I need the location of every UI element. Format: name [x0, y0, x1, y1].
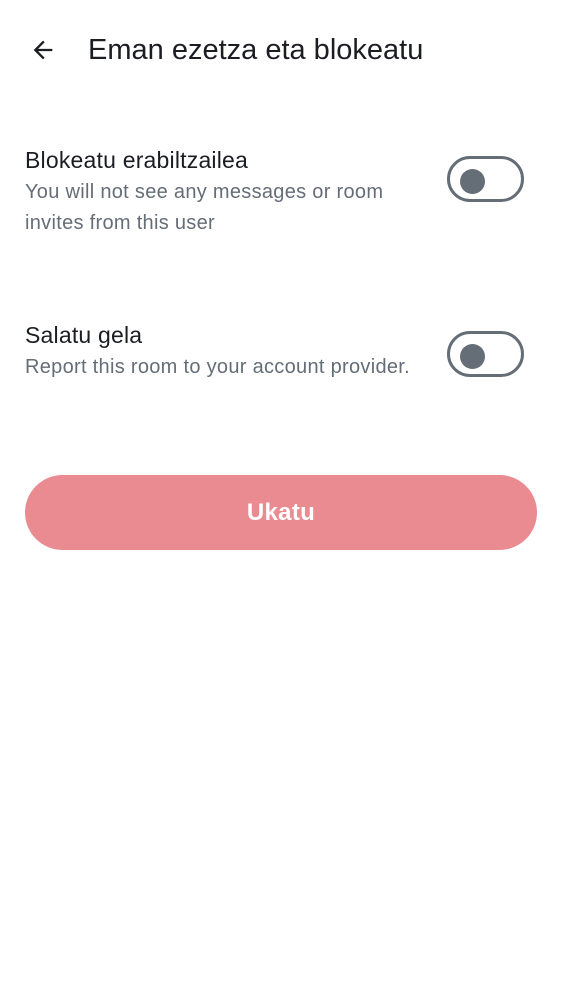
block-user-setting: Blokeatu erabiltzailea You will not see … [25, 144, 537, 239]
top-app-bar: Eman ezetza eta blokeatu [0, 0, 562, 100]
decline-button-label: Ukatu [246, 498, 316, 526]
block-user-title: Blokeatu erabiltzailea [25, 147, 249, 173]
report-room-title: Salatu gela [25, 322, 143, 348]
back-button[interactable] [20, 28, 66, 72]
report-room-text: Salatu gela Report this room to your acc… [25, 319, 425, 383]
page-title: Eman ezetza eta blokeatu [88, 34, 424, 66]
toggle-knob [460, 169, 485, 194]
block-user-text: Blokeatu erabiltzailea You will not see … [25, 144, 425, 239]
block-user-description: You will not see any messages or room in… [25, 181, 384, 234]
block-user-toggle[interactable] [447, 156, 524, 202]
toggle-knob [460, 344, 485, 369]
report-room-toggle[interactable] [447, 331, 524, 377]
report-room-description: Report this room to your account provide… [25, 356, 411, 378]
report-room-setting: Salatu gela Report this room to your acc… [25, 319, 537, 383]
arrow-left-icon [33, 40, 53, 60]
decline-and-block-screen: Eman ezetza eta blokeatu Blokeatu erabil… [0, 0, 562, 1000]
decline-button[interactable]: Ukatu [25, 475, 537, 550]
